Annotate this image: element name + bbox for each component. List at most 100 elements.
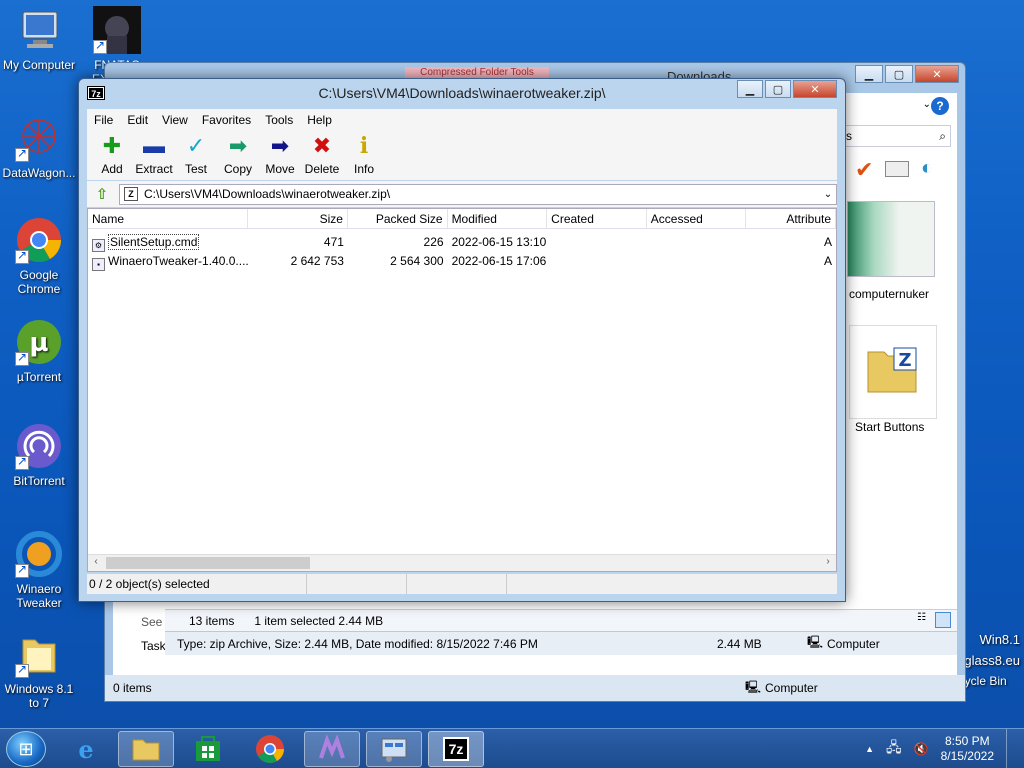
- file-packed-size: 226: [423, 235, 444, 249]
- status-items: 0 items: [113, 681, 152, 695]
- thumbnail-view-icon[interactable]: [935, 611, 951, 628]
- address-input[interactable]: Z C:\Users\VM4\Downloads\winaerotweaker.…: [119, 183, 837, 205]
- chevron-down-icon[interactable]: ⌄: [820, 189, 836, 200]
- column-header-name[interactable]: Name: [88, 209, 249, 228]
- menu-file[interactable]: File: [87, 113, 120, 127]
- column-header-created[interactable]: Created: [547, 209, 647, 228]
- thumbnail-computernuker[interactable]: [847, 201, 935, 277]
- taskbar-file-explorer[interactable]: [118, 731, 174, 767]
- network-icon[interactable]: 🖧: [886, 737, 902, 761]
- move-button[interactable]: ➡ Move: [259, 130, 301, 180]
- internet-explorer-icon: e: [78, 734, 94, 764]
- taskbar: e 7z ▲ 🖧 🔇 8:50 PM 8/15/2022: [0, 728, 1024, 768]
- plus-icon: ✚: [102, 133, 122, 158]
- desktop-icon-windows81-to-7[interactable]: Windows 8.1 to 7: [0, 630, 78, 710]
- desktop-icon-bittorrent[interactable]: BitTorrent: [0, 422, 78, 488]
- column-header-size[interactable]: Size: [248, 209, 348, 228]
- explorer-search-input[interactable]: s ⌕: [841, 125, 951, 147]
- scroll-right-arrow-icon[interactable]: ›: [820, 556, 836, 567]
- info-icon: i: [359, 133, 369, 159]
- status-segment: [307, 574, 407, 594]
- explorer-maximize-button[interactable]: ▢: [885, 65, 913, 83]
- column-header-attributes[interactable]: Attribute: [746, 209, 836, 228]
- menu-view[interactable]: View: [155, 113, 195, 127]
- 7zip-window[interactable]: 7z C:\Users\VM4\Downloads\winaerotweaker…: [78, 78, 846, 602]
- table-row[interactable]: ⚙ SilentSetup.cmd 471 226 2022-06-15 13:1…: [88, 233, 836, 252]
- desktop: My Computer FNATAS EXTREM DataWagon... G…: [0, 0, 1024, 768]
- clock-time: 8:50 PM: [944, 734, 990, 748]
- clock[interactable]: 8:50 PM 8/15/2022: [941, 734, 994, 764]
- desktop-icon-label: Winaero: [16, 582, 62, 596]
- table-row[interactable]: ▪ WinaeroTweaker-1.40.0.... 2 642 753 2 5…: [88, 252, 836, 271]
- column-header-accessed[interactable]: Accessed: [647, 209, 747, 228]
- computer-icon: 🖳: [807, 635, 824, 649]
- volume-muted-icon[interactable]: 🔇: [914, 742, 929, 756]
- taskbar-internet-explorer[interactable]: e: [58, 731, 114, 767]
- column-header-modified[interactable]: Modified: [448, 209, 548, 228]
- taskbar-google-chrome[interactable]: [242, 731, 298, 767]
- details-location: Computer: [827, 636, 880, 651]
- minimize-button[interactable]: ▁: [737, 80, 763, 98]
- exe-file-icon: ▪: [92, 258, 105, 271]
- copy-button[interactable]: ➡ Copy: [217, 130, 259, 180]
- test-button[interactable]: ✓ Test: [175, 130, 217, 180]
- file-modified: 2022-06-15 13:10: [451, 235, 547, 249]
- shortcut-arrow-icon: [93, 38, 107, 54]
- horizontal-scrollbar[interactable]: ‹ ›: [88, 554, 836, 571]
- menu-edit[interactable]: Edit: [120, 113, 155, 127]
- move-arrow-icon: ➡: [270, 133, 290, 158]
- close-button[interactable]: ✕: [793, 80, 837, 98]
- shortcut-arrow-icon: [15, 350, 29, 366]
- desktop-icon-my-computer[interactable]: My Computer: [0, 6, 78, 72]
- add-button[interactable]: ✚ Add: [91, 130, 133, 180]
- desktop-icon-label-line2: to 7: [28, 696, 49, 710]
- delete-button[interactable]: ✖ Delete: [301, 130, 343, 180]
- extract-button[interactable]: ▬ Extract: [133, 130, 175, 180]
- taskbar-winaero-tweaker[interactable]: [304, 731, 360, 767]
- show-desktop-button[interactable]: [1006, 729, 1016, 768]
- details-view-icon[interactable]: ☷: [917, 612, 933, 628]
- maximize-button[interactable]: ▢: [765, 80, 791, 98]
- menu-help[interactable]: Help: [300, 113, 339, 127]
- taskbar-control-panel[interactable]: [366, 731, 422, 767]
- window-title: C:\Users\VM4\Downloads\winaerotweaker.zi…: [318, 85, 606, 101]
- chevron-down-icon[interactable]: ⌄: [923, 99, 931, 110]
- desktop-icon-winaero-tweaker[interactable]: Winaero Tweaker: [0, 530, 78, 610]
- shell-icon[interactable]: ◐: [921, 157, 933, 180]
- menu-tools[interactable]: Tools: [258, 113, 300, 127]
- desktop-icon-utorrent[interactable]: µ µTorrent: [0, 318, 78, 384]
- start-button[interactable]: [6, 731, 46, 767]
- scrollbar-thumb[interactable]: [106, 557, 310, 569]
- info-button[interactable]: i Info: [343, 130, 385, 180]
- shortcut-arrow-icon: [15, 662, 29, 678]
- thumbnail-start-buttons[interactable]: Z: [849, 325, 937, 419]
- view-toggle[interactable]: ☷: [917, 611, 951, 630]
- taskbar-7zip[interactable]: 7z: [428, 731, 484, 767]
- taskbar-store[interactable]: [180, 731, 236, 767]
- cmd-file-icon: ⚙: [92, 239, 105, 252]
- scroll-left-arrow-icon[interactable]: ‹: [88, 556, 104, 567]
- explorer-close-button[interactable]: ✕: [915, 65, 959, 83]
- menu-favorites[interactable]: Favorites: [195, 113, 258, 127]
- view-icon[interactable]: [885, 161, 909, 177]
- toolbar: ✚ Add ▬ Extract ✓ Test ➡ Copy ➡ Move ✖ D…: [87, 130, 837, 180]
- folder-up-icon[interactable]: ⇧: [91, 185, 113, 203]
- system-tray: ▲ 🖧 🔇 8:50 PM 8/15/2022: [865, 729, 1016, 768]
- file-accessed: [647, 233, 747, 252]
- watermark-text: Win8.1: [979, 632, 1020, 647]
- desktop-icon-google-chrome[interactable]: Google Chrome: [0, 216, 78, 296]
- computer-icon: 🖳: [745, 679, 762, 694]
- show-hidden-icons-icon[interactable]: ▲: [865, 744, 874, 754]
- desktop-icon-datawagon[interactable]: DataWagon...: [0, 114, 78, 180]
- file-list[interactable]: Name Size Packed Size Modified Created A…: [87, 208, 837, 572]
- column-header-packed-size[interactable]: Packed Size: [348, 209, 448, 228]
- explorer-details-bar: Type: zip Archive, Size: 2.44 MB, Date m…: [165, 631, 957, 655]
- help-icon[interactable]: ?: [931, 97, 949, 115]
- 7zip-titlebar[interactable]: 7z C:\Users\VM4\Downloads\winaerotweaker…: [79, 79, 845, 107]
- explorer-info-bar: 13 items 1 item selected 2.44 MB ☷: [165, 609, 957, 631]
- file-modified: 2022-06-15 17:06: [451, 254, 547, 268]
- utorrent-icon: µ: [15, 318, 63, 366]
- checkmark-icon[interactable]: ✔: [855, 157, 873, 183]
- explorer-minimize-button[interactable]: ▁: [855, 65, 883, 83]
- thumbnail-label: Start Buttons: [855, 420, 925, 434]
